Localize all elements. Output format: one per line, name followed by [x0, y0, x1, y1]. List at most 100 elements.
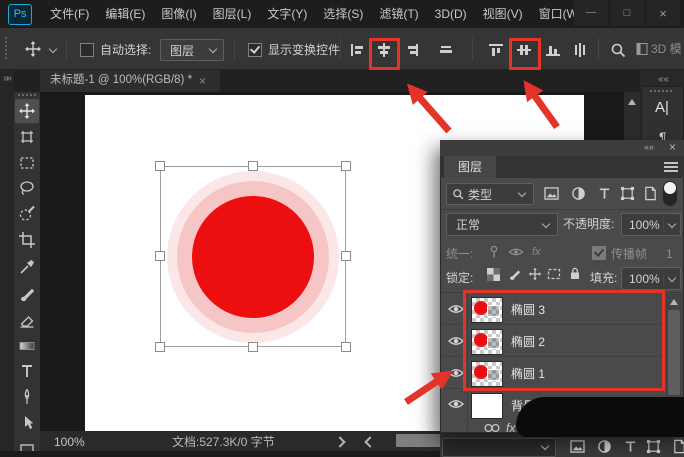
align-right-edges-icon[interactable]: [404, 42, 420, 58]
blend-mode-chevron-icon: [542, 220, 550, 228]
menu-select[interactable]: 选择(S): [315, 8, 371, 20]
lock-all-icon[interactable]: [568, 266, 582, 281]
visibility-eye-icon[interactable]: [448, 303, 464, 315]
menu-image[interactable]: 图像(I): [153, 8, 204, 20]
artboard-tool-icon[interactable]: [18, 128, 36, 146]
scroll-up-icon[interactable]: [628, 99, 636, 105]
align-left-edges-icon[interactable]: [349, 42, 365, 58]
transform-handle[interactable]: [248, 161, 258, 171]
tools-grip: [18, 94, 36, 96]
workspace-icon: [636, 42, 649, 56]
filter-type-layers-icon[interactable]: [623, 439, 638, 454]
search-icon[interactable]: [610, 42, 626, 58]
path-selection-tool-icon[interactable]: [18, 414, 36, 432]
eraser-tool-icon[interactable]: [18, 311, 36, 329]
docked-filter-dropdown[interactable]: [442, 438, 556, 457]
close-button[interactable]: ×: [646, 0, 680, 26]
filter-pixel-layers-icon[interactable]: [544, 187, 559, 200]
unify-position-icon[interactable]: [487, 245, 501, 260]
layer-filter-dropdown[interactable]: 类型: [446, 183, 534, 205]
filter-type-layers-icon[interactable]: [597, 186, 612, 201]
fill-field[interactable]: 100%: [621, 267, 681, 290]
menu-type[interactable]: 文字(Y): [259, 8, 315, 20]
docked-filter-chevron-icon: [541, 442, 549, 450]
menu-file[interactable]: 文件(F): [42, 8, 97, 20]
gradient-tool-icon[interactable]: [18, 337, 36, 355]
link-layers-icon[interactable]: [483, 423, 501, 433]
character-panel-icon[interactable]: A|: [655, 100, 669, 115]
align-top-edges-icon[interactable]: [488, 42, 504, 58]
move-tool-option-icon[interactable]: [24, 40, 42, 58]
opacity-field[interactable]: 100%: [621, 213, 681, 236]
filter-adjustment-layers-icon[interactable]: [597, 439, 612, 454]
menu-edit[interactable]: 编辑(E): [97, 8, 153, 20]
dock-collapse-icon[interactable]: ««: [658, 75, 669, 85]
workspace-switcher[interactable]: 3D 模: [636, 42, 682, 56]
tab-close-icon[interactable]: ×: [199, 75, 206, 87]
filter-pixel-layers-icon[interactable]: [570, 440, 585, 453]
type-tool-icon[interactable]: [18, 362, 36, 380]
visibility-eye-icon[interactable]: [448, 367, 464, 379]
panel-close-icon[interactable]: ×: [669, 141, 676, 153]
eyedropper-tool-icon[interactable]: [18, 258, 36, 276]
lock-paint-icon[interactable]: [508, 267, 522, 281]
menu-3d[interactable]: 3D(D): [427, 8, 475, 20]
document-tab[interactable]: 未标题-1 @ 100%(RGB/8) * ×: [40, 70, 220, 92]
crop-tool-icon[interactable]: [18, 231, 36, 249]
unify-style-icon[interactable]: fx: [532, 247, 541, 258]
lock-transparent-icon[interactable]: [487, 268, 500, 281]
transform-handle[interactable]: [155, 342, 165, 352]
align-bottom-edges-icon[interactable]: [545, 42, 561, 58]
transform-selection-box[interactable]: [160, 166, 346, 347]
panel-menu-icon[interactable]: [664, 162, 678, 164]
dark-overlay-blob: [516, 397, 684, 437]
visibility-eye-icon[interactable]: [448, 398, 464, 410]
lock-artboard-icon[interactable]: [547, 267, 561, 281]
panel-collapse-icon[interactable]: ««: [644, 143, 654, 152]
filter-smart-objects-icon[interactable]: [672, 439, 684, 454]
filter-shape-layers-icon[interactable]: [646, 439, 661, 454]
show-transform-checkbox[interactable]: [248, 43, 262, 57]
align-vertical-centers-icon[interactable]: [438, 42, 454, 58]
distribute-vertical-centers-icon[interactable]: [572, 42, 588, 58]
transform-handle[interactable]: [341, 251, 351, 261]
filter-adjustment-layers-icon[interactable]: [571, 186, 586, 201]
minimize-button[interactable]: —: [574, 0, 608, 26]
lasso-tool-icon[interactable]: [18, 179, 36, 197]
auto-select-checkbox[interactable]: [80, 43, 94, 57]
marquee-tool-icon[interactable]: [18, 154, 36, 172]
brush-tool-icon[interactable]: [18, 285, 36, 303]
unify-visibility-icon[interactable]: [508, 246, 524, 259]
layer-thumbnail[interactable]: [471, 393, 503, 419]
opacity-value: 100%: [629, 219, 660, 231]
transform-handle[interactable]: [341, 342, 351, 352]
filter-toggle[interactable]: [663, 181, 677, 206]
auto-select-dropdown[interactable]: 图层: [160, 39, 224, 61]
options-divider: [66, 38, 67, 60]
pen-tool-icon[interactable]: [18, 388, 36, 406]
transform-handle[interactable]: [248, 342, 258, 352]
propagate-checkbox[interactable]: [592, 246, 606, 260]
menu-view[interactable]: 视图(V): [475, 8, 531, 20]
layers-scroll-thumb[interactable]: [668, 310, 680, 395]
visibility-eye-icon[interactable]: [448, 335, 464, 347]
transform-handle[interactable]: [155, 161, 165, 171]
menu-layer[interactable]: 图层(L): [205, 8, 260, 20]
transform-handle[interactable]: [155, 251, 165, 261]
quick-selection-tool-icon[interactable]: [18, 205, 36, 223]
layers-scroll-up-icon[interactable]: [670, 299, 678, 305]
filter-shape-layers-icon[interactable]: [620, 186, 635, 201]
filter-smart-objects-icon[interactable]: [643, 186, 658, 201]
options-divider: [598, 38, 599, 60]
transform-handle[interactable]: [341, 161, 351, 171]
lock-position-icon[interactable]: [528, 267, 542, 281]
zoom-level[interactable]: 100%: [54, 436, 85, 448]
layer-style-fx-icon[interactable]: fx: [506, 422, 515, 434]
maximize-button[interactable]: □: [610, 0, 644, 26]
expand-panels-icon[interactable]: »»: [3, 74, 10, 84]
tool-move-selected[interactable]: [15, 99, 39, 123]
menu-filter[interactable]: 滤镜(T): [371, 8, 426, 20]
opacity-chevron-icon: [668, 220, 676, 228]
layers-tab[interactable]: 图层: [444, 156, 496, 178]
blend-mode-dropdown[interactable]: 正常: [446, 213, 558, 236]
